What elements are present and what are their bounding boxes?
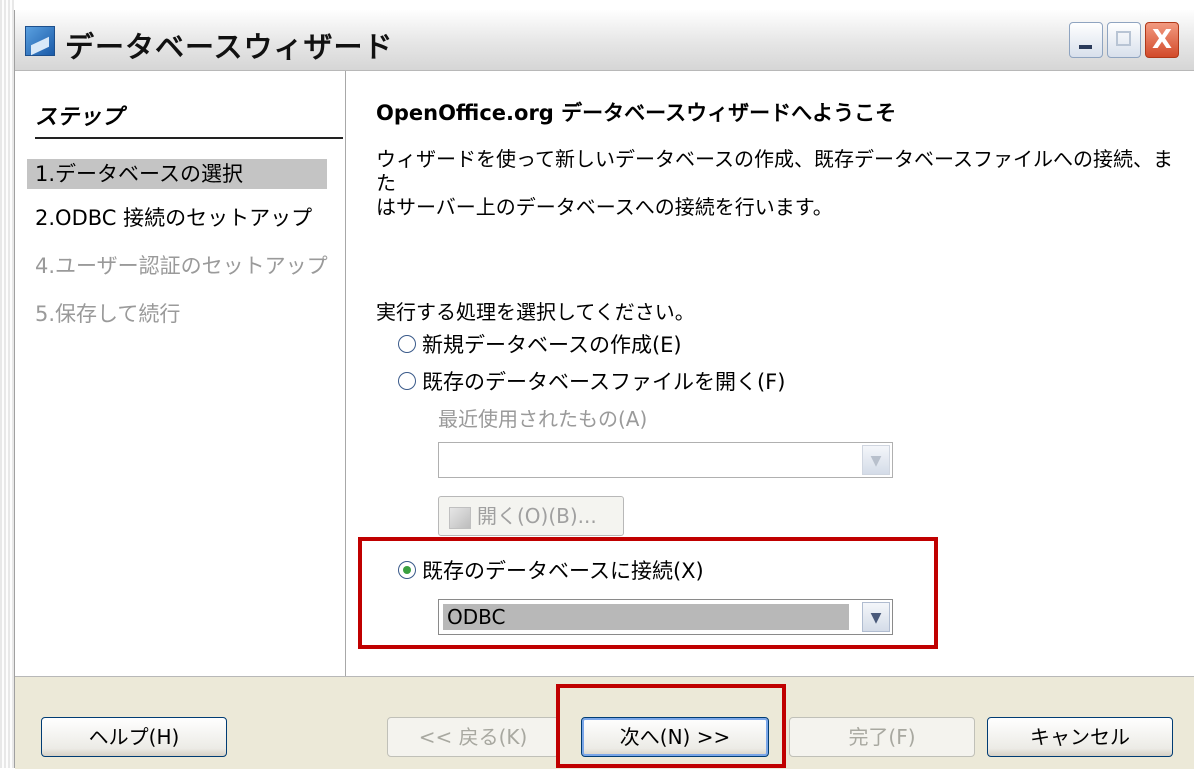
connection-type-value: ODBC	[443, 604, 849, 630]
maximize-button[interactable]	[1107, 22, 1141, 58]
background-window-edge	[0, 0, 14, 768]
steps-header: ステップ	[35, 99, 343, 139]
step-user-auth: 4.ユーザー認証のセットアップ	[35, 254, 328, 278]
description-line-1: ウィザードを使って新しいデータベースの作成、既存データベースファイルへの接続、ま…	[376, 147, 1173, 195]
minimize-icon	[1079, 45, 1092, 49]
recent-files-dropdown: ▼	[438, 442, 893, 478]
option-connect-existing-label: 既存のデータベースに接続(X)	[422, 559, 704, 583]
recent-files-value	[443, 447, 451, 473]
step-select-database[interactable]: 1.データベースの選択	[27, 159, 327, 189]
content-panel: OpenOffice.org データベースウィザードへようこそ ウィザードを使っ…	[346, 71, 1194, 676]
description: ウィザードを使って新しいデータベースの作成、既存データベースファイルへの接続、ま…	[376, 147, 1176, 219]
window-title: データベースウィザード	[65, 30, 394, 64]
open-file-button-label: 開く(O)(B)...	[477, 504, 597, 528]
description-line-2: はサーバー上のデータベースへの接続を行います。	[376, 195, 833, 219]
option-create-new-label: 新規データベースの作成(E)	[422, 333, 682, 357]
close-icon: X	[1151, 25, 1173, 55]
maximize-icon	[1116, 31, 1131, 46]
step-save-continue: 5.保存して続行	[35, 302, 181, 326]
close-button[interactable]: X	[1145, 22, 1179, 58]
option-create-new[interactable]: 新規データベースの作成(E)	[398, 331, 682, 359]
steps-panel: ステップ 1.データベースの選択 2.ODBC 接続のセットアップ 4.ユーザー…	[15, 71, 346, 676]
help-button[interactable]: ヘルプ(H)	[41, 717, 227, 757]
option-open-file-label: 既存のデータベースファイルを開く(F)	[422, 370, 786, 394]
back-button: << 戻る(K)	[387, 717, 559, 757]
open-folder-icon	[449, 506, 471, 529]
title-bar[interactable]: データベースウィザード X	[15, 10, 1194, 71]
chevron-down-icon: ▼	[862, 445, 890, 475]
radio-open-file[interactable]	[398, 372, 416, 390]
option-connect-existing[interactable]: 既存のデータベースに接続(X)	[398, 557, 704, 585]
database-app-icon	[25, 26, 55, 56]
page-title: OpenOffice.org データベースウィザードへようこそ	[376, 101, 897, 125]
recent-files-label: 最近使用されたもの(A)	[438, 407, 648, 431]
step-odbc-setup[interactable]: 2.ODBC 接続のセットアップ	[27, 203, 327, 233]
radio-connect-existing[interactable]	[398, 561, 416, 579]
next-button[interactable]: 次へ(N) >>	[581, 717, 769, 757]
finish-button: 完了(F)	[789, 717, 975, 757]
radio-create-new[interactable]	[398, 335, 416, 353]
open-file-button: 開く(O)(B)...	[438, 496, 624, 536]
action-prompt: 実行する処理を選択してください。	[376, 300, 695, 324]
database-wizard-window: データベースウィザード X ステップ 1.データベースの選択 2.ODBC 接続…	[14, 10, 1194, 769]
minimize-button[interactable]	[1069, 22, 1103, 58]
option-open-file[interactable]: 既存のデータベースファイルを開く(F)	[398, 368, 785, 396]
button-bar: ヘルプ(H) << 戻る(K) 次へ(N) >> 完了(F) キャンセル	[15, 676, 1194, 769]
chevron-down-icon[interactable]: ▼	[862, 602, 890, 632]
cancel-button[interactable]: キャンセル	[987, 717, 1173, 757]
connection-type-dropdown[interactable]: ODBC ▼	[438, 599, 893, 635]
